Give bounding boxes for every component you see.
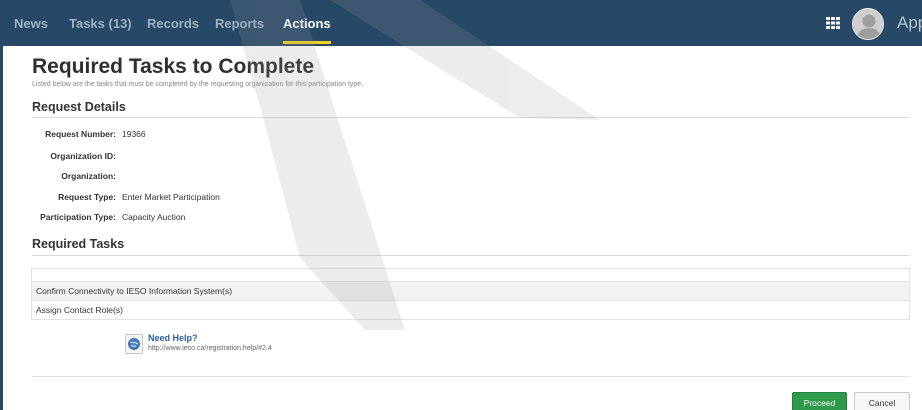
page-subtitle: Listed below are the tasks that must be …: [32, 81, 364, 88]
required-tasks-divider: [32, 255, 910, 256]
organization-id-label: Organization ID:: [50, 151, 116, 161]
tab-tasks-label: Tasks (13): [69, 16, 132, 31]
cancel-button[interactable]: Cancel: [854, 392, 910, 410]
help-url-link[interactable]: http://www.ieso.ca/registration.help/#2.…: [148, 345, 272, 352]
participation-type-label: Participation Type:: [40, 212, 116, 222]
tab-actions[interactable]: Actions: [283, 0, 331, 46]
tab-reports[interactable]: Reports: [215, 0, 264, 46]
request-details-divider: [32, 117, 910, 118]
tab-tasks[interactable]: Tasks (13): [69, 0, 132, 46]
request-number-value: 19366: [122, 129, 146, 139]
task-row-connectivity[interactable]: Confirm Connectivity to IESO Information…: [32, 281, 909, 300]
table-header-row: [32, 269, 909, 281]
page-title: Required Tasks to Complete: [32, 55, 315, 78]
active-tab-underline: [283, 41, 331, 44]
tab-records[interactable]: Records: [147, 0, 199, 46]
request-type-value: Enter Market Participation: [122, 192, 220, 202]
left-edge-bar: [0, 46, 3, 410]
tab-news[interactable]: News: [14, 0, 48, 46]
tab-actions-label: Actions: [283, 16, 331, 31]
globe-icon: [128, 338, 140, 350]
request-details-heading: Request Details: [32, 100, 126, 114]
top-navigation-bar: News Tasks (13) Records Reports Actions …: [0, 0, 922, 46]
request-number-label: Request Number:: [45, 129, 116, 139]
tab-reports-label: Reports: [215, 16, 265, 31]
task-row-contact-roles[interactable]: Assign Contact Role(s): [32, 300, 909, 319]
required-tasks-heading: Required Tasks: [32, 237, 125, 251]
proceed-button[interactable]: Proceed: [792, 392, 847, 410]
grid-icon[interactable]: [826, 17, 840, 29]
organization-label: Organization:: [61, 171, 116, 181]
tab-news-label: News: [14, 16, 48, 31]
user-silhouette-icon: [853, 9, 883, 39]
need-help-link[interactable]: Need Help?: [148, 333, 198, 343]
required-tasks-table: Confirm Connectivity to IESO Information…: [31, 268, 910, 320]
footer-divider: [32, 376, 910, 377]
request-type-label: Request Type:: [58, 192, 116, 202]
user-avatar[interactable]: [852, 8, 884, 40]
help-icon[interactable]: [125, 334, 143, 354]
brand-text: Appi: [897, 13, 922, 32]
tab-records-label: Records: [147, 16, 200, 31]
participation-type-value: Capacity Auction: [122, 212, 186, 222]
